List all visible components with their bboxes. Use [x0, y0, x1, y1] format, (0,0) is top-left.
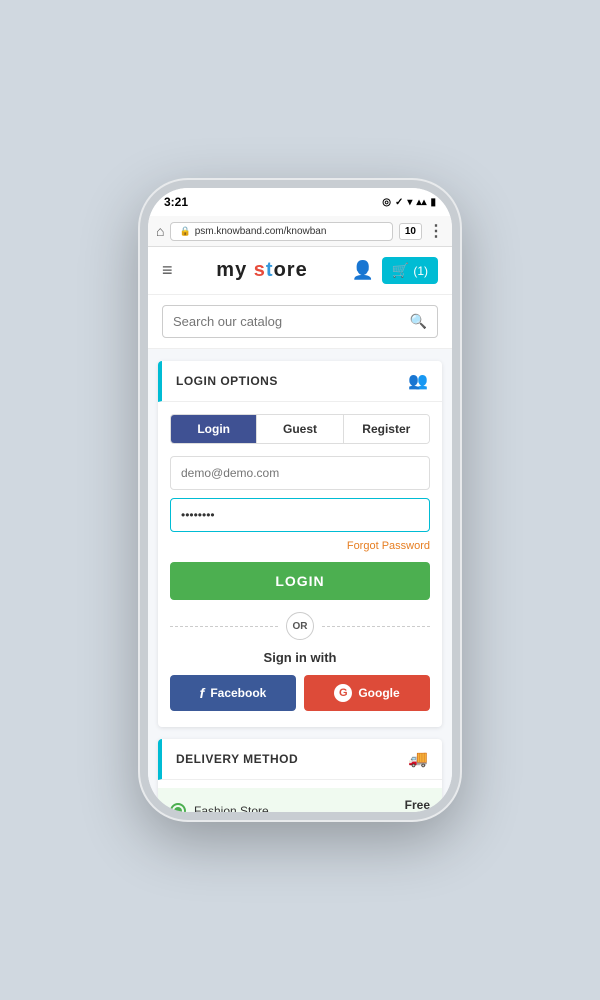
- delivery-icon: 🚚: [408, 749, 428, 769]
- radio-inner-fashion: [174, 807, 182, 813]
- or-divider: OR: [170, 612, 430, 640]
- password-field[interactable]: [170, 498, 430, 532]
- user-lock-icon: 👥: [408, 371, 428, 391]
- login-button[interactable]: LOGIN: [170, 562, 430, 600]
- phone-frame: 3:21 ◎ ✓ ▾ ▴▴ ▮ ⌂ 🔒 psm.knowband.com/kno…: [140, 180, 460, 820]
- delivery-right-fashion: Free Pick up in-store: [361, 798, 430, 812]
- social-buttons: f Facebook G Google: [170, 675, 430, 711]
- tab-count[interactable]: 10: [399, 223, 422, 240]
- browser-bar: ⌂ 🔒 psm.knowband.com/knowban 10 ⋮: [148, 216, 452, 247]
- facebook-button[interactable]: f Facebook: [170, 675, 296, 711]
- cart-icon: 🛒: [392, 262, 409, 279]
- facebook-label: Facebook: [210, 686, 266, 700]
- or-right-line: [322, 626, 430, 627]
- google-icon: G: [334, 684, 352, 702]
- delivery-card-header: DELIVERY METHOD 🚚: [158, 739, 442, 780]
- radio-selected-fashion: [170, 803, 186, 813]
- cart-count: (1): [413, 264, 428, 278]
- status-bar: 3:21 ◎ ✓ ▾ ▴▴ ▮: [148, 188, 452, 216]
- main-area: LOGIN OPTIONS 👥 Login Guest Register: [148, 349, 452, 812]
- search-input-wrap: 🔍: [162, 305, 438, 338]
- search-input[interactable]: [173, 314, 410, 329]
- delivery-price-fashion: Free: [361, 798, 430, 812]
- url-text: psm.knowband.com/knowban: [195, 226, 327, 237]
- user-icon[interactable]: 👤: [351, 260, 373, 281]
- tab-guest[interactable]: Guest: [257, 415, 343, 443]
- location-icon: ◎: [382, 197, 391, 208]
- google-button[interactable]: G Google: [304, 675, 430, 711]
- status-icons: ◎ ✓ ▾ ▴▴ ▮: [382, 197, 436, 208]
- login-card-body: Login Guest Register Forgot Password LOG…: [158, 402, 442, 727]
- delivery-card: DELIVERY METHOD 🚚 Fashion Store Fr: [158, 739, 442, 812]
- url-bar[interactable]: 🔒 psm.knowband.com/knowban: [170, 222, 392, 241]
- nav-right: 👤 🛒 (1): [351, 257, 438, 284]
- delivery-option-left-fashion: Fashion Store: [170, 803, 269, 813]
- forgot-password-link[interactable]: Forgot Password: [170, 540, 430, 552]
- top-nav: ≡ my store 👤 🛒 (1): [148, 247, 452, 295]
- google-label: Google: [358, 686, 399, 700]
- delivery-card-body: Fashion Store Free Pick up in-store My c…: [158, 780, 442, 812]
- logo: my store: [216, 259, 307, 282]
- email-field[interactable]: [170, 456, 430, 490]
- login-card: LOGIN OPTIONS 👥 Login Guest Register: [158, 361, 442, 727]
- check-icon: ✓: [395, 197, 403, 208]
- facebook-icon: f: [200, 685, 205, 701]
- tab-login[interactable]: Login: [171, 415, 257, 443]
- status-time: 3:21: [164, 195, 188, 209]
- delivery-name-fashion: Fashion Store: [194, 804, 269, 813]
- or-left-line: [170, 626, 278, 627]
- browser-menu-icon[interactable]: ⋮: [428, 221, 444, 241]
- home-icon[interactable]: ⌂: [156, 223, 164, 239]
- or-label: OR: [286, 612, 314, 640]
- cart-button[interactable]: 🛒 (1): [382, 257, 438, 284]
- app-content: ≡ my store 👤 🛒 (1) 🔍: [148, 247, 452, 812]
- wifi-icon: ▾: [407, 197, 412, 208]
- delivery-title: DELIVERY METHOD: [176, 752, 298, 766]
- hamburger-icon[interactable]: ≡: [162, 260, 173, 281]
- lock-icon: 🔒: [179, 226, 190, 237]
- search-bar: 🔍: [148, 295, 452, 349]
- search-icon: 🔍: [410, 313, 427, 330]
- delivery-option-fashion[interactable]: Fashion Store Free Pick up in-store: [158, 788, 442, 812]
- login-title: LOGIN OPTIONS: [176, 374, 278, 388]
- login-card-header: LOGIN OPTIONS 👥: [158, 361, 442, 402]
- login-tabs: Login Guest Register: [170, 414, 430, 444]
- tab-register[interactable]: Register: [344, 415, 429, 443]
- signal-icon: ▴▴: [416, 197, 426, 208]
- battery-icon: ▮: [430, 197, 436, 208]
- sign-in-label: Sign in with: [170, 650, 430, 665]
